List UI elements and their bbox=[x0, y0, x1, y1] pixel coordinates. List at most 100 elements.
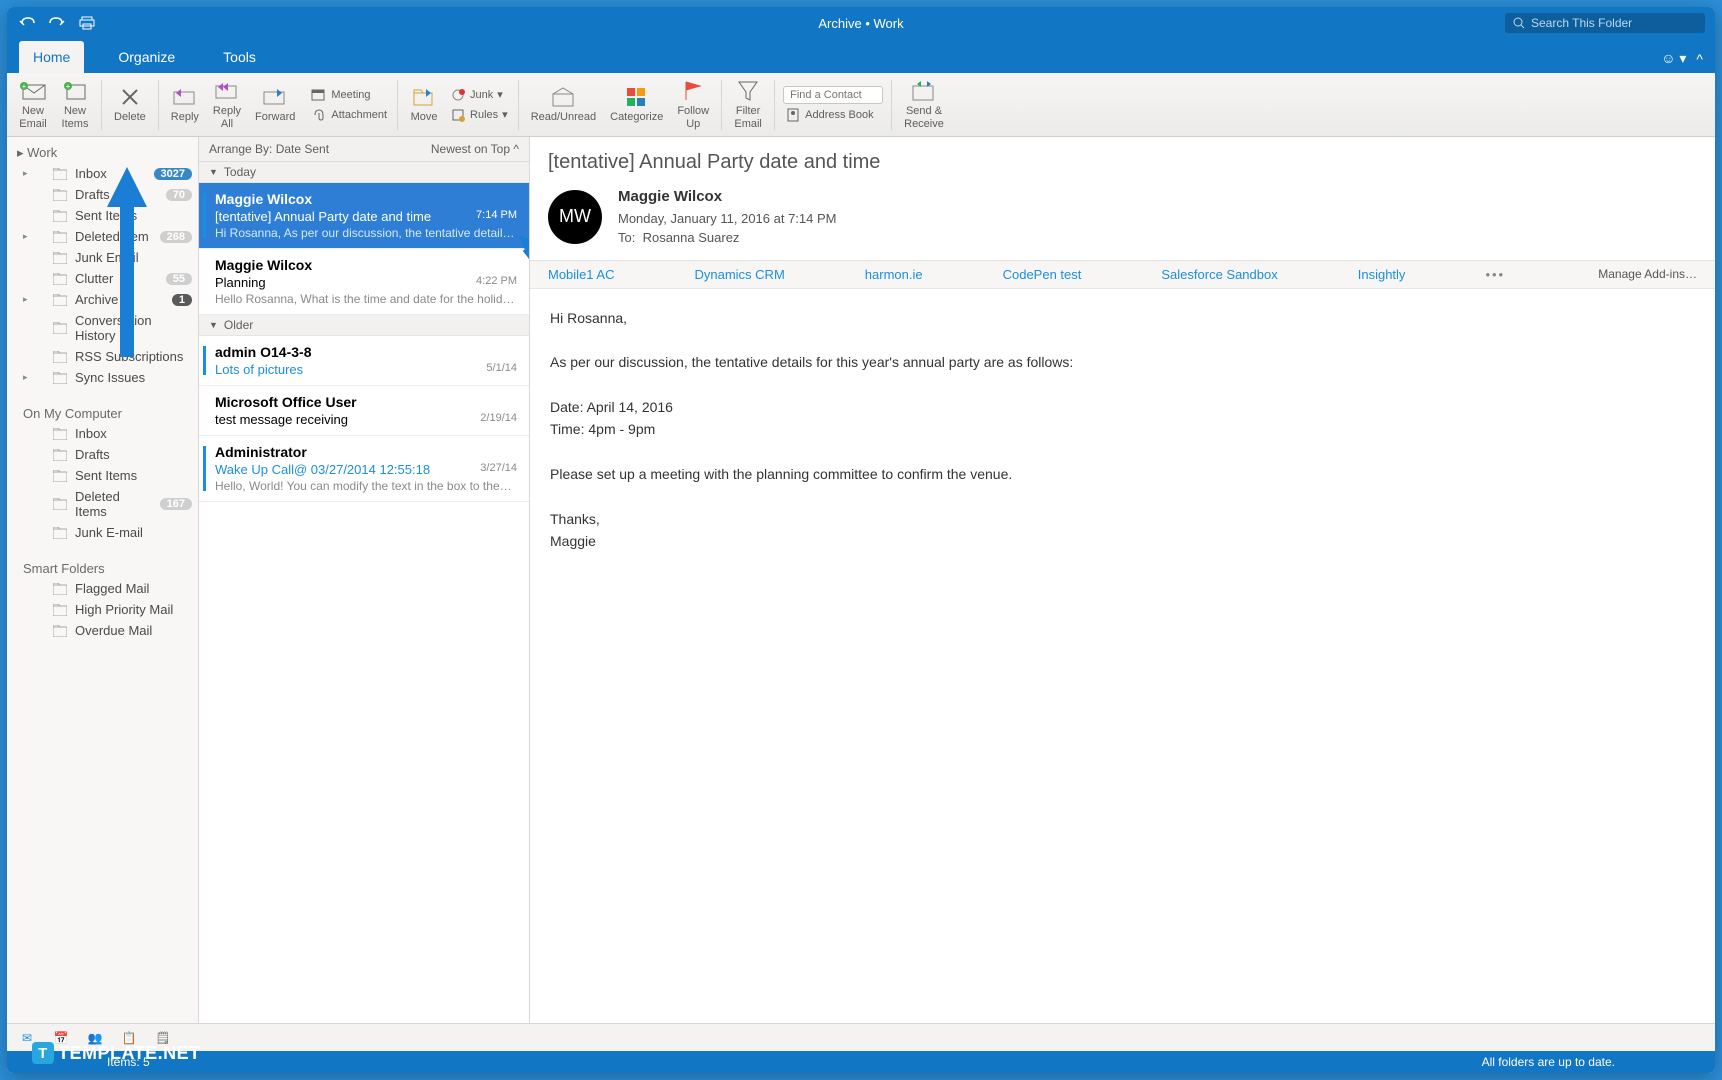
msg-item[interactable]: Maggie Wilcox[tentative] Annual Party da… bbox=[199, 183, 529, 249]
new-email-button[interactable]: + New Email bbox=[15, 77, 51, 131]
address-book-button[interactable]: Address Book bbox=[783, 106, 883, 124]
reply-all-button[interactable]: Reply All bbox=[209, 77, 245, 131]
addin-link[interactable]: Dynamics CRM bbox=[694, 267, 784, 282]
folder-conversation-history[interactable]: Conversation History bbox=[7, 310, 198, 346]
folder-drafts[interactable]: Drafts70 bbox=[7, 184, 198, 205]
badge: 167 bbox=[160, 498, 192, 510]
msg-item[interactable]: admin O14-3-8Lots of pictures5/1/14 bbox=[199, 336, 529, 386]
folder-icon bbox=[53, 449, 67, 461]
sent-date: Monday, January 11, 2016 at 7:14 PM bbox=[618, 209, 837, 229]
folder-sync-issues[interactable]: ▸Sync Issues bbox=[7, 367, 198, 388]
folder-smart-header[interactable]: Smart Folders bbox=[7, 557, 198, 578]
local-folder-junk-e-mail[interactable]: Junk E-mail bbox=[7, 522, 198, 543]
message-list-pane: Arrange By: Date Sent Newest on Top ^ ▼ … bbox=[199, 137, 530, 1023]
smart-folder-high-priority-mail[interactable]: High Priority Mail bbox=[7, 599, 198, 620]
undo-icon[interactable] bbox=[19, 16, 35, 30]
folder-icon bbox=[53, 294, 67, 306]
new-items-icon: + bbox=[61, 79, 89, 103]
junk-icon bbox=[450, 87, 466, 103]
msg-group-today[interactable]: ▼ Today bbox=[199, 162, 529, 183]
folder-clutter[interactable]: Clutter55 bbox=[7, 268, 198, 289]
forward-icon bbox=[261, 85, 289, 109]
local-folder-deleted-items[interactable]: Deleted Items167 bbox=[7, 486, 198, 522]
move-icon bbox=[410, 85, 438, 109]
addin-link[interactable]: harmon.ie bbox=[865, 267, 923, 282]
smart-folder-overdue-mail[interactable]: Overdue Mail bbox=[7, 620, 198, 641]
badge: 55 bbox=[166, 273, 192, 285]
reading-pane: [tentative] Annual Party date and time M… bbox=[530, 137, 1715, 1023]
send-receive-button[interactable]: Send & Receive bbox=[900, 77, 948, 131]
folder-icon bbox=[53, 189, 67, 201]
local-folder-drafts[interactable]: Drafts bbox=[7, 444, 198, 465]
addin-link[interactable]: Insightly bbox=[1358, 267, 1406, 282]
folder-rss-subscriptions[interactable]: RSS Subscriptions bbox=[7, 346, 198, 367]
folder-inbox[interactable]: ▸Inbox3027 bbox=[7, 163, 198, 184]
meeting-icon bbox=[311, 87, 327, 103]
tab-organize[interactable]: Organize bbox=[104, 41, 189, 73]
smart-folder-flagged-mail[interactable]: Flagged Mail bbox=[7, 578, 198, 599]
folder-icon bbox=[53, 210, 67, 222]
ribbon: + New Email + New Items Delete Reply Rep… bbox=[7, 73, 1715, 137]
new-items-button[interactable]: + New Items bbox=[57, 77, 93, 131]
folder-icon bbox=[53, 273, 67, 285]
attachment-icon bbox=[311, 107, 327, 123]
follow-up-button[interactable]: Follow Up bbox=[673, 77, 713, 131]
msglist-header[interactable]: Arrange By: Date Sent Newest on Top ^ bbox=[199, 137, 529, 162]
addin-link[interactable]: Mobile1 AC bbox=[548, 267, 614, 282]
addins-bar: Mobile1 AC Dynamics CRM harmon.ie CodePen t… bbox=[530, 260, 1715, 289]
folder-junk-email[interactable]: Junk Email bbox=[7, 247, 198, 268]
meeting-button[interactable]: Meeting bbox=[309, 86, 389, 104]
smiley-icon[interactable]: ☺ ▾ bbox=[1661, 50, 1686, 67]
tab-tools[interactable]: Tools bbox=[209, 41, 270, 73]
folder-archive[interactable]: ▸Archive1 bbox=[7, 289, 198, 310]
badge: 268 bbox=[160, 231, 192, 243]
local-folder-sent-items[interactable]: Sent Items bbox=[7, 465, 198, 486]
collapse-ribbon-icon[interactable]: ^ bbox=[1696, 51, 1703, 67]
reply-button[interactable]: Reply bbox=[167, 83, 203, 125]
categorize-button[interactable]: Categorize bbox=[606, 83, 667, 125]
delete-button[interactable]: Delete bbox=[110, 83, 150, 125]
move-button[interactable]: Move bbox=[406, 83, 442, 125]
folder-local-header[interactable]: On My Computer bbox=[7, 402, 198, 423]
view-switcher: ✉ 📅 👥 📋 🗒 bbox=[7, 1023, 1715, 1051]
filter-email-button[interactable]: Filter Email bbox=[730, 77, 766, 131]
msg-item[interactable]: Microsoft Office Usertest message receiv… bbox=[199, 386, 529, 436]
badge: 3027 bbox=[154, 168, 192, 180]
folder-sent-items[interactable]: Sent Items bbox=[7, 205, 198, 226]
rules-icon bbox=[450, 107, 466, 123]
watermark: TTEMPLATE.NET bbox=[32, 1042, 201, 1064]
envelope-open-icon bbox=[549, 85, 577, 109]
folder-root-work[interactable]: ▸ Work bbox=[7, 141, 198, 163]
folder-icon bbox=[53, 168, 67, 180]
msg-group-older[interactable]: ▼ Older bbox=[199, 315, 529, 336]
folder-icon bbox=[53, 252, 67, 264]
tab-home[interactable]: Home bbox=[19, 41, 84, 73]
junk-button[interactable]: Junk ▾ bbox=[448, 86, 510, 104]
rules-button[interactable]: Rules ▾ bbox=[448, 106, 510, 124]
folder-icon bbox=[53, 498, 67, 510]
redo-icon[interactable] bbox=[49, 16, 65, 30]
local-folder-inbox[interactable]: Inbox bbox=[7, 423, 198, 444]
print-icon[interactable] bbox=[79, 15, 97, 31]
attachment-button[interactable]: Attachment bbox=[309, 106, 389, 124]
msg-item[interactable]: Maggie WilcoxPlanning4:22 PMHello Rosann… bbox=[199, 249, 529, 315]
folder-deleted-item[interactable]: ▸Deleted Item268 bbox=[7, 226, 198, 247]
folder-icon bbox=[53, 470, 67, 482]
main-area: ▸ Work ▸Inbox3027Drafts70Sent Items▸Dele… bbox=[7, 137, 1715, 1023]
app-window: Archive • Work Search This Folder Home O… bbox=[7, 7, 1715, 1073]
search-icon bbox=[1513, 17, 1525, 29]
addin-link[interactable]: CodePen test bbox=[1003, 267, 1082, 282]
search-input[interactable]: Search This Folder bbox=[1505, 13, 1705, 33]
folder-icon bbox=[53, 428, 67, 440]
forward-button[interactable]: Forward bbox=[251, 83, 299, 125]
msg-item[interactable]: AdministratorWake Up Call@ 03/27/2014 12… bbox=[199, 436, 529, 502]
addin-link[interactable]: Salesforce Sandbox bbox=[1161, 267, 1277, 282]
titlebar: Archive • Work Search This Folder bbox=[7, 7, 1715, 39]
find-contact-input[interactable] bbox=[783, 86, 883, 104]
to-recipient: Rosanna Suarez bbox=[643, 230, 740, 245]
reply-icon bbox=[171, 85, 199, 109]
tab-bar: Home Organize Tools ☺ ▾ ^ bbox=[7, 39, 1715, 73]
addins-more-icon[interactable]: ••• bbox=[1485, 267, 1505, 282]
read-unread-button[interactable]: Read/Unread bbox=[527, 83, 600, 125]
manage-addins-link[interactable]: Manage Add-ins… bbox=[1598, 267, 1697, 281]
